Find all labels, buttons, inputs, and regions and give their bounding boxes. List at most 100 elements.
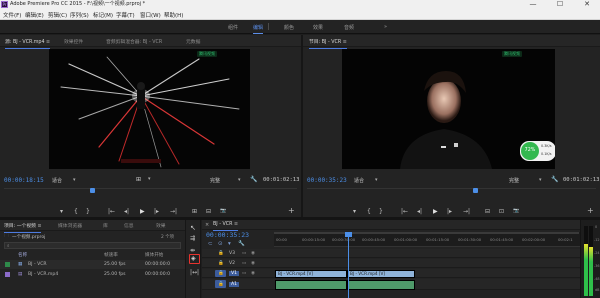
eye-icon[interactable]: ◉ bbox=[251, 271, 255, 276]
source-playhead[interactable] bbox=[90, 188, 95, 193]
add-marker-icon[interactable]: ▾ bbox=[353, 208, 356, 215]
tab-audio-clip-mixer[interactable]: 音频剪辑混合器: BJ - VCR bbox=[106, 38, 162, 45]
ripple-edit-tool-icon[interactable]: ⇹ bbox=[190, 247, 195, 254]
step-back-icon[interactable]: ◂| bbox=[124, 208, 129, 215]
lock-icon[interactable]: 🔒 bbox=[218, 282, 224, 287]
menu-file[interactable]: 文件(F) bbox=[3, 11, 21, 19]
source-video-frame[interactable]: 腾讯视频 bbox=[49, 49, 250, 169]
tab-source[interactable]: 源: BJ - VCR.mp4 ≡ bbox=[5, 38, 51, 49]
wrench-icon[interactable]: 🔧 bbox=[250, 176, 257, 183]
toggle-output-icon[interactable]: ▭ bbox=[242, 251, 246, 256]
toggle-output-icon[interactable]: ▭ bbox=[242, 271, 246, 276]
tab-project[interactable]: 项目: 一个视频 ≡ bbox=[4, 222, 42, 233]
workspace-more[interactable]: » bbox=[384, 24, 387, 30]
lift-icon[interactable]: ⊟ bbox=[485, 208, 490, 215]
video-clip[interactable]: BJ - VCR.mp4 [V] bbox=[347, 270, 415, 278]
close-icon[interactable]: × bbox=[205, 222, 209, 228]
eye-icon[interactable]: ◉ bbox=[251, 261, 255, 266]
play-icon[interactable]: ▶ bbox=[140, 208, 145, 215]
track-label[interactable]: V2 bbox=[229, 261, 235, 266]
wrench-icon[interactable]: 🔧 bbox=[551, 176, 558, 183]
item-name[interactable]: BJ - VCR.mp4 bbox=[28, 272, 58, 277]
minimize-button[interactable]: — bbox=[520, 0, 546, 9]
add-marker-icon[interactable]: ▾ bbox=[60, 208, 63, 215]
track-label[interactable]: V1 bbox=[229, 271, 240, 276]
audio-clip[interactable] bbox=[347, 280, 415, 290]
timeline-playhead-handle[interactable] bbox=[345, 232, 352, 237]
program-fit-dropdown[interactable]: 适合 bbox=[354, 177, 364, 184]
tab-program[interactable]: 节目: BJ - VCR ≡ bbox=[309, 38, 347, 49]
timeline-playhead[interactable] bbox=[348, 232, 349, 298]
tab-metadata[interactable]: 元数据 bbox=[186, 38, 200, 45]
go-to-out-icon[interactable]: →| bbox=[463, 208, 470, 215]
track-label[interactable]: V3 bbox=[229, 251, 235, 256]
mark-in-icon[interactable]: { bbox=[367, 208, 371, 215]
linked-selection-icon[interactable]: ⊙ bbox=[218, 241, 223, 247]
menu-clip[interactable]: 剪辑(C) bbox=[48, 11, 67, 19]
add-marker-icon[interactable]: ▾ bbox=[228, 241, 231, 247]
source-timecode[interactable]: 00:00:18:15 bbox=[4, 177, 44, 184]
tab-effect-controls[interactable]: 效果控件 bbox=[64, 38, 83, 45]
chevron-down-icon[interactable]: ▾ bbox=[73, 177, 76, 183]
camera-icon[interactable]: 📷 bbox=[220, 208, 226, 214]
chevron-down-icon[interactable]: ▾ bbox=[375, 177, 378, 183]
source-time-ruler[interactable] bbox=[4, 188, 297, 197]
menu-edit[interactable]: 编辑(E) bbox=[25, 11, 44, 19]
toggle-output-icon[interactable]: ▭ bbox=[242, 261, 246, 266]
chevron-down-icon[interactable]: ▾ bbox=[148, 176, 151, 182]
menu-window[interactable]: 窗口(W) bbox=[140, 11, 161, 19]
go-to-out-icon[interactable]: →| bbox=[170, 208, 177, 215]
menu-marker[interactable]: 标记(M) bbox=[93, 11, 113, 19]
program-video-frame[interactable]: 腾讯视频 72% 0.3K/s 0.1K/s bbox=[342, 49, 555, 169]
mark-out-icon[interactable]: } bbox=[379, 208, 383, 215]
mark-out-icon[interactable]: } bbox=[86, 208, 90, 215]
tab-effects[interactable]: 效果 bbox=[156, 222, 166, 229]
track-select-tool-icon[interactable]: ⇶ bbox=[190, 235, 195, 242]
add-button-icon[interactable]: + bbox=[288, 206, 295, 215]
timeline-ruler[interactable]: 00:00 00:00:15:00 00:00:30:00 00:00:45:0… bbox=[274, 232, 580, 247]
slip-tool-icon[interactable]: |↔| bbox=[190, 269, 199, 276]
program-playhead[interactable] bbox=[473, 188, 478, 193]
track-label[interactable]: A1 bbox=[229, 282, 240, 287]
close-button[interactable]: ✕ bbox=[574, 0, 600, 9]
extract-icon[interactable]: ⊡ bbox=[499, 208, 504, 215]
item-name[interactable]: BJ - VCR bbox=[28, 262, 47, 267]
step-forward-icon[interactable]: |▸ bbox=[447, 208, 452, 215]
menu-title[interactable]: 字幕(T) bbox=[116, 11, 135, 19]
workspace-effects[interactable]: 效果 bbox=[313, 24, 323, 31]
video-clip[interactable]: BJ - VCR.mp4 [V] bbox=[275, 270, 347, 278]
column-header-framerate[interactable]: 帧速率 bbox=[104, 252, 118, 258]
step-back-icon[interactable]: ◂| bbox=[417, 208, 422, 215]
source-fit-dropdown[interactable]: 适合 bbox=[52, 177, 62, 184]
mark-in-icon[interactable]: { bbox=[74, 208, 78, 215]
export-frame-icon[interactable]: ⊞ bbox=[136, 176, 141, 183]
menu-sequence[interactable]: 序列(S) bbox=[70, 11, 89, 19]
audio-clip[interactable] bbox=[275, 280, 347, 290]
menu-help[interactable]: 帮助(H) bbox=[164, 11, 183, 19]
program-timecode[interactable]: 00:00:35:23 bbox=[307, 177, 347, 184]
workspace-color[interactable]: 颜色 bbox=[284, 24, 294, 31]
go-to-in-icon[interactable]: |← bbox=[401, 208, 408, 215]
tab-sequence[interactable]: BJ - VCR ≡ bbox=[213, 222, 238, 231]
lock-icon[interactable]: 🔒 bbox=[218, 271, 224, 276]
step-forward-icon[interactable]: |▸ bbox=[154, 208, 159, 215]
workspace-assembly[interactable]: 组件 bbox=[228, 24, 238, 31]
chevron-down-icon[interactable]: ▾ bbox=[238, 177, 241, 183]
source-resolution-dropdown[interactable]: 完整 bbox=[210, 177, 220, 184]
column-header-media-start[interactable]: 媒体开始 bbox=[145, 252, 163, 258]
tab-media-browser[interactable]: 媒体浏览器 bbox=[58, 222, 82, 229]
go-to-in-icon[interactable]: |← bbox=[108, 208, 115, 215]
wrench-icon[interactable]: 🔧 bbox=[238, 241, 245, 247]
add-button-icon[interactable]: + bbox=[587, 206, 594, 215]
snap-icon[interactable]: ⊂ bbox=[208, 241, 213, 247]
work-area-bar[interactable] bbox=[274, 232, 579, 234]
chevron-down-icon[interactable]: ▾ bbox=[539, 177, 542, 183]
timeline-timecode[interactable]: 00:00:35:23 bbox=[206, 231, 249, 239]
maximize-button[interactable]: ☐ bbox=[547, 0, 573, 9]
insert-icon[interactable]: ⊞ bbox=[192, 208, 197, 215]
program-resolution-dropdown[interactable]: 完整 bbox=[509, 177, 519, 184]
eye-icon[interactable]: ◉ bbox=[251, 251, 255, 256]
workspace-audio[interactable]: 音频 bbox=[344, 24, 354, 31]
overwrite-icon[interactable]: ⊟ bbox=[206, 208, 211, 215]
lock-icon[interactable]: 🔒 bbox=[218, 251, 224, 256]
